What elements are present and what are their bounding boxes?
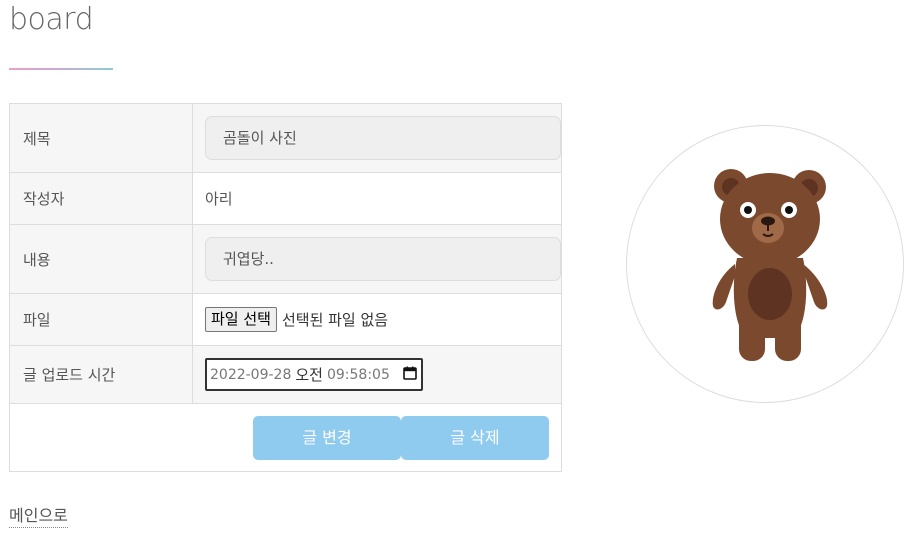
board-form-table: 제목 곰돌이 사진 작성자 아리 내용 귀엽당.. 파일 파일 선택 선택된 파…	[9, 103, 562, 472]
author-value: 아리	[192, 172, 562, 225]
title-cell: 곰돌이 사진	[192, 103, 562, 173]
author-row: 작성자 아리	[9, 172, 562, 225]
delete-post-button[interactable]: 글 삭제	[401, 415, 549, 460]
content-row: 내용 귀엽당..	[9, 224, 562, 294]
page-title: board	[9, 2, 94, 37]
actions-cell: 글 변경 글 삭제	[9, 403, 562, 472]
upload-time-input[interactable]: 2022-09-28 오전 09:58:05	[205, 358, 423, 391]
content-input[interactable]: 귀엽당..	[205, 237, 561, 281]
upload-time-cell: 2022-09-28 오전 09:58:05	[192, 345, 562, 404]
calendar-icon[interactable]	[403, 366, 417, 384]
title-underline	[9, 68, 113, 70]
content-cell: 귀엽당..	[192, 224, 562, 294]
teddy-bear-illustration	[712, 169, 828, 361]
file-cell: 파일 선택 선택된 파일 없음	[192, 293, 562, 346]
title-row: 제목 곰돌이 사진	[9, 103, 562, 173]
actions-row: 글 변경 글 삭제	[9, 403, 562, 472]
upload-ampm-value: 오전	[295, 366, 323, 384]
upload-time-row: 글 업로드 시간 2022-09-28 오전 09:58:05	[9, 345, 562, 404]
file-select-button[interactable]: 파일 선택	[205, 307, 277, 332]
file-status-text: 선택된 파일 없음	[281, 311, 389, 329]
file-row: 파일 파일 선택 선택된 파일 없음	[9, 293, 562, 346]
upload-time-value: 09:58:05	[326, 366, 390, 383]
content-label: 내용	[9, 224, 193, 294]
title-label: 제목	[9, 103, 193, 173]
author-label: 작성자	[9, 172, 193, 225]
edit-post-button[interactable]: 글 변경	[253, 415, 401, 460]
file-label: 파일	[9, 293, 193, 346]
file-input: 파일 선택 선택된 파일 없음	[205, 307, 561, 332]
title-input[interactable]: 곰돌이 사진	[205, 116, 561, 160]
main-page-link[interactable]: 메인으로	[9, 505, 68, 528]
post-image	[626, 125, 904, 403]
upload-date-value: 2022-09-28	[210, 366, 292, 383]
upload-time-label: 글 업로드 시간	[9, 345, 193, 404]
